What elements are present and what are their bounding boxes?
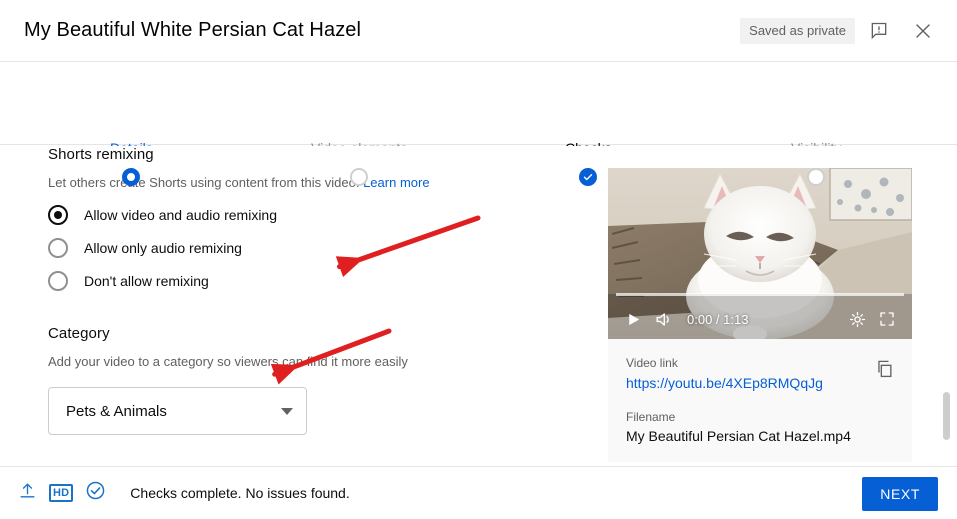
header-actions: Saved as private [740,0,943,62]
video-metadata: Video link https://youtu.be/4XEp8RMQqJg … [608,339,912,462]
radio-button[interactable] [48,271,68,291]
feedback-icon[interactable] [859,11,899,51]
radio-button[interactable] [48,238,68,258]
video-preview-card: 0:00 / 1:13 Video link https://youtu.be/… [608,168,912,462]
chevron-down-icon [281,407,293,415]
category-title: Category [48,325,110,342]
shorts-remixing-title: Shorts remixing [48,146,154,163]
dialog-footer: HD Checks complete. No issues found. NEX… [0,466,957,519]
step-indicator-empty [350,168,369,186]
video-player[interactable]: 0:00 / 1:13 [608,168,912,339]
progress-bar[interactable] [616,293,904,296]
upload-stepper: Details Video elements Checks Visibility [0,62,957,186]
radio-option-allow-audio-only[interactable]: Allow only audio remixing [48,238,568,258]
learn-more-link[interactable]: Learn more [363,175,429,190]
category-selected-value: Pets & Animals [66,402,167,420]
settings-column: Shorts remixing Let others create Shorts… [48,146,568,435]
close-icon[interactable] [903,11,943,51]
page-title: My Beautiful White Persian Cat Hazel [24,19,362,41]
status-badge: Saved as private [740,18,855,44]
player-controls: 0:00 / 1:13 [608,293,912,339]
video-link[interactable]: https://youtu.be/4XEp8RMQqJg [626,375,894,391]
fullscreen-icon[interactable] [872,304,902,334]
settings-gear-icon[interactable] [842,304,872,334]
filename-label: Filename [626,410,676,424]
upload-icon [18,481,37,505]
volume-icon[interactable] [648,304,678,334]
check-circle-icon [85,480,106,506]
video-link-label: Video link [626,356,678,370]
upload-video-dialog: My Beautiful White Persian Cat Hazel Sav… [0,0,957,519]
radio-label: Allow only audio remixing [84,240,242,256]
checks-status-text: Checks complete. No issues found. [130,485,350,501]
category-dropdown[interactable]: Pets & Animals [48,387,307,435]
footer-status-icons: HD [18,480,106,506]
radio-label: Allow video and audio remixing [84,207,277,223]
category-description: Add your video to a category so viewers … [48,354,408,369]
radio-option-allow-video-audio[interactable]: Allow video and audio remixing [48,205,568,225]
hd-badge: HD [49,484,74,502]
category-section: Category Add your video to a category so… [48,325,568,435]
scrollbar-track[interactable] [943,148,954,464]
next-button[interactable]: NEXT [862,477,938,511]
dialog-body: Shorts remixing Let others create Shorts… [0,146,957,466]
play-icon[interactable] [618,304,648,334]
shorts-remixing-section: Shorts remixing Let others create Shorts… [48,146,568,291]
checkmark-icon [584,174,593,181]
copy-icon[interactable] [869,353,899,383]
video-time-display: 0:00 / 1:13 [687,311,749,327]
dialog-header: My Beautiful White Persian Cat Hazel Sav… [0,0,957,62]
radio-label: Don't allow remixing [84,273,209,289]
description-text: Let others create Shorts using content f… [48,175,360,190]
video-link-block: Video link https://youtu.be/4XEp8RMQqJg [626,355,894,391]
filename-value: My Beautiful Persian Cat Hazel.mp4 [626,428,851,444]
scrollbar-thumb[interactable] [943,392,950,440]
filename-block: Filename My Beautiful Persian Cat Hazel.… [626,409,894,444]
radio-button[interactable] [48,205,68,225]
radio-option-dont-allow[interactable]: Don't allow remixing [48,271,568,291]
